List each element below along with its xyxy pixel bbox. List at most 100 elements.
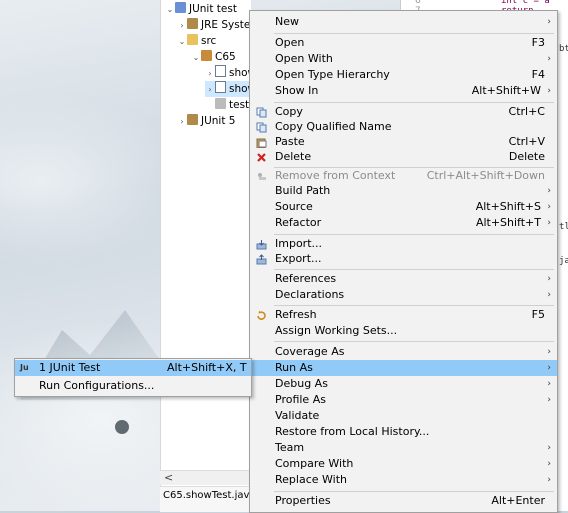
menu-item-label: Show In xyxy=(275,84,319,97)
menu-item-replace-with[interactable]: Replace With › xyxy=(250,472,557,488)
editor-file-title: C65.showTest.java xyxy=(160,486,253,512)
menu-item-label: Refactor xyxy=(275,216,322,229)
context-menu: New › Open F3 Open With › Open Type Hier… xyxy=(249,10,558,513)
wallpaper-tree xyxy=(115,420,129,434)
menu-item-label: Export... xyxy=(275,252,322,265)
import-icon xyxy=(256,240,267,250)
menu-item-compare-with[interactable]: Compare With › xyxy=(250,456,557,472)
menu-item-source[interactable]: Source Alt+Shift+S › xyxy=(250,199,557,215)
submenu-item-junit-test[interactable]: Ju 1 JUnit Test Alt+Shift+X, T xyxy=(15,360,251,376)
menu-item-remove-from-context[interactable]: Remove from Context Ctrl+Alt+Shift+Down xyxy=(250,168,557,184)
menu-item-label: Run As xyxy=(275,361,313,374)
menu-item-paste[interactable]: Paste Ctrl+V xyxy=(250,134,557,150)
menu-item-label: Assign Working Sets... xyxy=(275,324,398,337)
tree-item-file-selected[interactable]: › show xyxy=(205,81,256,98)
submenu-arrow-icon: › xyxy=(547,274,551,284)
tree-twisty[interactable]: › xyxy=(205,82,215,98)
package-explorer: ⌄ JUnit test › JRE Syste ⌄ src ⌄ C65 › show ›… xyxy=(160,0,256,511)
menu-item-declarations[interactable]: Declarations › xyxy=(250,287,557,303)
menu-item-copy[interactable]: Copy Ctrl+C xyxy=(250,104,557,120)
menu-item-label: Validate xyxy=(275,409,320,422)
tree-item-label: C65 xyxy=(215,51,236,63)
menu-item-label: Copy Qualified Name xyxy=(275,120,392,133)
menu-item-open[interactable]: Open F3 xyxy=(250,35,557,51)
tree-twisty[interactable]: › xyxy=(205,66,215,82)
menu-item-restore-from-local-history[interactable]: Restore from Local History... xyxy=(250,424,557,440)
tree-item-jre[interactable]: › JRE Syste xyxy=(177,17,250,33)
submenu-arrow-icon: › xyxy=(547,459,551,469)
menu-separator xyxy=(274,102,554,103)
menu-item-profile-as[interactable]: Profile As › xyxy=(250,392,557,408)
menu-item-shortcut: Alt+Enter xyxy=(491,494,545,507)
menu-item-label: Coverage As xyxy=(275,345,345,358)
submenu-arrow-icon: › xyxy=(547,186,551,196)
submenu-arrow-icon: › xyxy=(547,443,551,453)
menu-item-label: Compare With xyxy=(275,457,354,470)
menu-item-label: Build Path xyxy=(275,184,331,197)
tree-item-project[interactable]: ⌄ JUnit test xyxy=(165,1,237,17)
paste-icon xyxy=(256,138,267,148)
menu-item-label: Profile As xyxy=(275,393,326,406)
menu-item-shortcut: F5 xyxy=(531,308,545,321)
submenu-arrow-icon: › xyxy=(547,363,551,373)
menu-item-new[interactable]: New › xyxy=(250,14,557,30)
menu-item-delete[interactable]: Delete Delete xyxy=(250,149,557,165)
tree-twisty[interactable]: ⌄ xyxy=(191,50,201,66)
menu-item-show-in[interactable]: Show In Alt+Shift+W › xyxy=(250,83,557,99)
menu-item-export[interactable]: Export... xyxy=(250,251,557,267)
submenu-arrow-icon: › xyxy=(547,379,551,389)
submenu-arrow-icon: › xyxy=(547,17,551,27)
menu-item-coverage-as[interactable]: Coverage As › xyxy=(250,344,557,360)
submenu-arrow-icon: › xyxy=(547,54,551,64)
project-icon xyxy=(175,2,186,13)
tree-twisty[interactable]: ⌄ xyxy=(165,2,175,18)
menu-separator xyxy=(274,234,554,235)
menu-item-copy-qualified-name[interactable]: Copy Qualified Name xyxy=(250,119,557,135)
menu-item-label: Import... xyxy=(275,237,322,250)
menu-item-shortcut: Alt+Shift+W xyxy=(471,84,541,97)
submenu-item-run-configurations[interactable]: Run Configurations... xyxy=(15,378,251,394)
library-icon xyxy=(187,18,198,29)
menu-item-shortcut: Alt+Shift+S xyxy=(475,200,541,213)
menu-item-label: Copy xyxy=(275,105,303,118)
menu-separator xyxy=(274,33,554,34)
menu-item-refresh[interactable]: Refresh F5 xyxy=(250,307,557,323)
tree-twisty[interactable]: ⌄ xyxy=(177,34,187,50)
tree-item-src[interactable]: ⌄ src xyxy=(177,33,216,49)
tree-twisty[interactable]: › xyxy=(177,18,187,34)
menu-item-team[interactable]: Team › xyxy=(250,440,557,456)
menu-item-open-with[interactable]: Open With › xyxy=(250,51,557,67)
horizontal-scrollbar[interactable]: < xyxy=(160,470,250,485)
tree-item-label: JUnit test xyxy=(189,3,237,15)
menu-item-refactor[interactable]: Refactor Alt+Shift+T › xyxy=(250,215,557,231)
menu-item-open-type-hierarchy[interactable]: Open Type Hierarchy F4 xyxy=(250,67,557,83)
java-file-icon xyxy=(215,81,226,93)
scroll-left-icon[interactable]: < xyxy=(164,471,173,485)
submenu-arrow-icon: › xyxy=(547,475,551,485)
menu-item-debug-as[interactable]: Debug As › xyxy=(250,376,557,392)
junit-icon: Ju xyxy=(20,363,29,372)
menu-item-label: Remove from Context xyxy=(275,169,396,182)
menu-item-validate[interactable]: Validate xyxy=(250,408,557,424)
tree-item-test[interactable]: test xyxy=(205,97,249,113)
menu-separator xyxy=(274,269,554,270)
menu-item-build-path[interactable]: Build Path › xyxy=(250,183,557,199)
menu-item-import[interactable]: Import... xyxy=(250,236,557,252)
tree-item-package[interactable]: ⌄ C65 xyxy=(191,49,236,65)
menu-item-properties[interactable]: Properties Alt+Enter xyxy=(250,493,557,509)
tree-twisty[interactable]: › xyxy=(177,114,187,130)
tree-item-junit5[interactable]: › JUnit 5 xyxy=(177,113,236,129)
menu-separator xyxy=(274,341,554,342)
wallpaper-area xyxy=(0,0,160,511)
java-file-icon xyxy=(215,65,226,77)
menu-item-assign-working-sets[interactable]: Assign Working Sets... xyxy=(250,323,557,339)
code-fragment: bt xyxy=(559,44,568,54)
menu-item-label: References xyxy=(275,272,337,285)
menu-item-label: Properties xyxy=(275,494,331,507)
library-icon xyxy=(187,114,198,125)
copy-icon xyxy=(256,107,267,118)
menu-separator xyxy=(274,305,554,306)
menu-item-label: Debug As xyxy=(275,377,328,390)
menu-item-references[interactable]: References › xyxy=(250,271,557,287)
menu-item-run-as[interactable]: Run As › xyxy=(250,360,557,376)
